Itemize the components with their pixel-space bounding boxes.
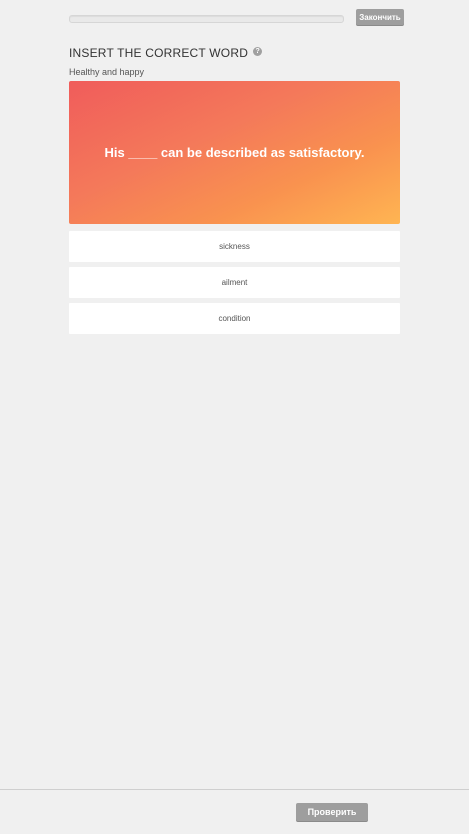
question-card: His ____ can be described as satisfactor…: [69, 81, 400, 224]
finish-button[interactable]: Закончить: [356, 9, 404, 26]
answer-option-ailment[interactable]: ailment: [69, 267, 400, 298]
footer-divider: [0, 789, 469, 790]
answer-option-label: condition: [218, 314, 251, 323]
answer-option-condition[interactable]: condition: [69, 303, 400, 334]
page: Закончить INSERT THE CORRECT WORD? Healt…: [0, 0, 469, 834]
answer-option-sickness[interactable]: sickness: [69, 231, 400, 262]
answer-options: sickness ailment condition: [69, 231, 400, 339]
task-subtitle: Healthy and happy: [69, 67, 145, 77]
question-circle-icon[interactable]: ?: [253, 47, 263, 56]
progress-bar: [69, 15, 344, 23]
answer-option-label: sickness: [219, 242, 250, 251]
check-button[interactable]: Проверить: [296, 803, 368, 822]
question-text: His ____ can be described as satisfactor…: [104, 145, 365, 160]
task-title: INSERT THE CORRECT WORD: [69, 45, 249, 60]
task-header: INSERT THE CORRECT WORD? Healthy and hap…: [69, 44, 400, 77]
answer-option-label: ailment: [221, 278, 248, 287]
